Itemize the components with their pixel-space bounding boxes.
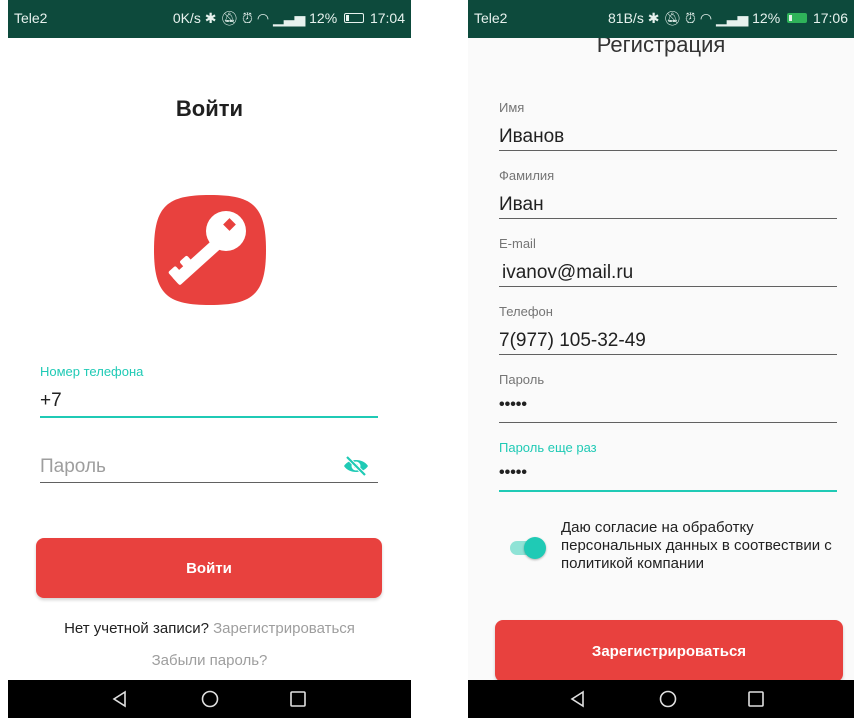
signal-icon: ▁▃▅ — [272, 10, 306, 26]
status-bar: Tele2 81B/s ✱ 🔕︎ ⏰︎ ◠ ▁▃▅ 12% 17:06 — [468, 0, 854, 38]
password-label: Пароль — [499, 372, 545, 387]
last-name-label: Фамилия — [499, 168, 555, 183]
status-bar: Tele2 0K/s ✱ 🔕︎ ⏰︎ ◠ ▁▃▅ 12% 17:04 — [8, 0, 411, 38]
first-name-input[interactable]: Иванов — [499, 126, 564, 148]
register-screen: Регистрация Tele2 81B/s ✱ 🔕︎ ⏰︎ ◠ ▁▃▅ 12… — [468, 0, 854, 718]
page-title: Войти — [175, 96, 244, 121]
alarm-icon: ⏰︎ — [242, 10, 253, 26]
phone-input-underline — [40, 416, 378, 418]
consent-text: Даю согласие на обработку персональных д… — [561, 519, 832, 572]
phone-field-label: Номер телефона — [40, 364, 144, 379]
phone-input[interactable]: +7 — [40, 390, 62, 412]
password-input-underline — [40, 482, 378, 483]
password-input[interactable]: Пароль — [40, 456, 106, 478]
back-icon[interactable] — [100, 680, 140, 718]
register-link[interactable]: Зарегистрироваться — [213, 620, 355, 637]
no-account-text: Нет учетной записи? — [64, 620, 209, 637]
first-name-label: Имя — [499, 100, 525, 115]
phone-label: Телефон — [499, 304, 553, 319]
first-name-underline — [499, 150, 837, 151]
recents-icon[interactable] — [736, 680, 776, 718]
password-repeat-input[interactable]: ••••• — [499, 464, 527, 482]
alarm-icon: ⏰︎ — [685, 10, 696, 26]
key-icon — [152, 193, 268, 307]
status-indicators: 0K/s ✱ 🔕︎ ⏰︎ ◠ ▁▃▅ 12% 17:04 — [173, 10, 405, 27]
password-underline — [499, 422, 837, 423]
navigation-bar — [8, 680, 411, 718]
email-input[interactable]: ivanov@mail.ru — [502, 262, 633, 284]
home-icon[interactable] — [648, 680, 688, 718]
network-speed: 81B/s — [608, 10, 644, 26]
navigation-bar — [468, 680, 854, 718]
network-speed: 0K/s — [172, 10, 201, 26]
password-repeat-label: Пароль еще раз — [499, 440, 597, 455]
mute-icon: 🔕︎ — [663, 10, 682, 26]
wifi-icon: ◠ — [699, 10, 713, 26]
battery-icon — [344, 13, 365, 24]
consent-switch[interactable] — [508, 537, 546, 559]
home-icon[interactable] — [190, 680, 230, 718]
clock: 17:04 — [369, 10, 405, 26]
phone-input[interactable]: 7(977) 105-32-49 — [499, 330, 646, 352]
back-icon[interactable] — [558, 680, 598, 718]
battery-percent: 12% — [752, 10, 781, 26]
password-input[interactable]: ••••• — [499, 396, 527, 414]
eye-off-icon[interactable] — [342, 454, 370, 478]
login-button[interactable]: Войти — [36, 538, 382, 598]
clock: 17:06 — [812, 10, 848, 26]
wifi-icon: ◠ — [256, 10, 270, 26]
phone-underline — [499, 354, 837, 355]
last-name-input[interactable]: Иван — [499, 194, 544, 216]
forgot-password-link[interactable]: Забыли пароль? — [8, 652, 411, 669]
mute-icon: 🔕︎ — [220, 10, 239, 26]
login-screen: Tele2 0K/s ✱ 🔕︎ ⏰︎ ◠ ▁▃▅ 12% 17:04 Войти… — [8, 0, 411, 718]
battery-icon — [787, 13, 808, 24]
signal-icon: ▁▃▅ — [715, 10, 749, 26]
password-repeat-underline — [499, 490, 837, 492]
register-button[interactable]: Зарегистрироваться — [495, 620, 843, 682]
status-indicators: 81B/s ✱ 🔕︎ ⏰︎ ◠ ▁▃▅ 12% 17:06 — [608, 10, 848, 27]
email-label: E-mail — [499, 236, 536, 251]
register-prompt: Нет учетной записи? Зарегистрироваться — [8, 620, 411, 637]
last-name-underline — [499, 218, 837, 219]
carrier-name: Tele2 — [14, 10, 48, 26]
carrier-name: Tele2 — [474, 10, 508, 26]
battery-percent: 12% — [309, 10, 338, 26]
email-underline — [499, 286, 837, 287]
recents-icon[interactable] — [278, 680, 318, 718]
bluetooth-icon: ✱ — [647, 10, 660, 26]
bluetooth-icon: ✱ — [204, 10, 217, 26]
switch-knob — [524, 537, 546, 559]
